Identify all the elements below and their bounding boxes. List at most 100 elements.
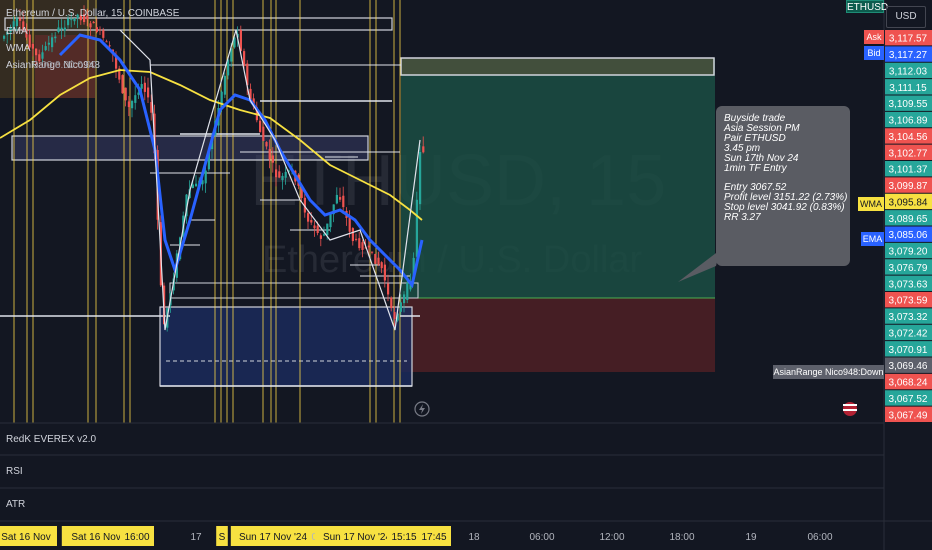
time-label: 06:00 [529, 532, 554, 543]
price-label: 3,111.15 [889, 83, 927, 94]
time-label: 19 [745, 532, 757, 543]
note-line: RR 3.27 [724, 212, 761, 223]
candle-body [307, 213, 310, 222]
candle-body [355, 238, 358, 240]
candle-body [3, 35, 6, 39]
candle-body [406, 282, 409, 300]
candle-body [419, 151, 422, 205]
candle-body [99, 29, 102, 31]
candle-body [127, 101, 130, 108]
candle-body [67, 18, 70, 26]
price-label: 3,076.79 [889, 263, 928, 274]
candle-body [326, 223, 329, 236]
candle-body [377, 257, 380, 265]
candle-body [121, 75, 124, 94]
candle-body [399, 302, 402, 312]
candle-body [275, 169, 278, 178]
symbol-title[interactable]: Ethereum / U.S. Dollar, 15, COINBASE [6, 8, 179, 19]
candle-body [31, 43, 34, 49]
candle-body [63, 27, 66, 31]
bid-tag: Bid [864, 46, 884, 60]
price-axis[interactable]: 3,117.57 3,117.27 3,112.03 3,111.15 3,109.55… [885, 0, 932, 423]
candle-body [361, 242, 364, 250]
candle-body [271, 155, 274, 163]
price-label: 3,068.24 [889, 378, 928, 389]
candle-body [284, 171, 287, 178]
candle-body [367, 245, 370, 248]
time-label: Sat 16 Nov [1, 532, 50, 543]
ema-legend[interactable]: EMA [6, 26, 28, 37]
target-top-box[interactable] [400, 57, 715, 76]
time-label: Sun 17 Nov '24 [239, 532, 308, 543]
candle-body [204, 170, 207, 184]
asian-range-box[interactable] [159, 306, 413, 387]
candle-body [108, 45, 111, 47]
candle-body [60, 27, 63, 30]
candle-body [387, 283, 390, 295]
candle-body [92, 21, 95, 24]
candle-body [195, 183, 198, 187]
candle-body [358, 238, 361, 249]
candle-body [131, 100, 134, 109]
candle-body [15, 18, 18, 27]
candle-body [278, 171, 281, 178]
candle-body [268, 149, 271, 160]
candle-body [390, 297, 393, 309]
price-label: 3,079.20 [889, 247, 928, 258]
time-label: 17:45 [421, 532, 446, 543]
candle-body [89, 23, 92, 28]
candle-body [54, 36, 57, 39]
chart-root[interactable]: ETHUSD, 15 Ethereum / U.S. Dollar [0, 0, 932, 550]
candle-body [124, 87, 127, 101]
candle-body [265, 142, 268, 147]
us-flag-icon-stripe [843, 404, 857, 406]
price-label: 3,101.37 [889, 165, 928, 176]
price-label: 3,067.52 [889, 394, 928, 405]
price-label: 3,112.03 [889, 66, 928, 77]
main-chart-svg[interactable]: ETHUSD, 15 Ethereum / U.S. Dollar [0, 0, 932, 550]
time-label: 16:00 [124, 532, 149, 543]
note-line: 1min TF Entry [724, 163, 787, 174]
candle-body [262, 126, 265, 141]
candle-body [70, 19, 73, 21]
candle-body [383, 264, 386, 281]
price-label: 3,095.84 [889, 197, 928, 208]
price-label: 3,085.06 [889, 230, 928, 241]
wma-legend[interactable]: WMA [6, 43, 30, 54]
candle-body [329, 213, 332, 228]
price-label: 3,073.59 [889, 296, 928, 307]
price-label: 3,070.91 [889, 345, 928, 356]
trade-note[interactable]: Buyside trade Asia Session PM Pair ETHUS… [716, 106, 850, 266]
candle-body [57, 27, 60, 33]
candle-body [281, 175, 284, 181]
candle-body [147, 87, 150, 98]
candle-body [95, 27, 98, 32]
price-label: 3,117.27 [889, 50, 928, 61]
candle-body [335, 194, 338, 204]
time-label: 17 [190, 532, 202, 543]
ask-tag: Ask [864, 30, 884, 44]
profit-zone[interactable] [401, 58, 715, 298]
symbol-button[interactable]: ETHUSD [846, 0, 888, 13]
time-label: 18 [468, 532, 480, 543]
stop-zone[interactable] [401, 298, 715, 372]
candle-body [342, 195, 345, 208]
asian-range-legend[interactable]: AsianRange Nico948 0.00 0.00 0.00 [6, 60, 100, 71]
everex-pane-label[interactable]: RedK EVEREX v2.0 [6, 434, 96, 445]
candle-body [35, 48, 38, 56]
candle-body [105, 41, 108, 43]
rsi-pane-label[interactable]: RSI [6, 466, 23, 477]
price-label: 3,102.77 [889, 148, 928, 159]
candle-body [191, 184, 194, 189]
candle-body [259, 120, 262, 132]
candle-body [319, 235, 322, 239]
currency-button[interactable]: USD [886, 6, 926, 28]
price-label: 3,073.63 [889, 279, 928, 290]
candle-body [339, 197, 342, 200]
atr-pane-label[interactable]: ATR [6, 499, 25, 510]
mid-zone-box[interactable] [11, 135, 369, 161]
candle-body [415, 199, 418, 257]
candle-body [313, 225, 316, 229]
candle-body [223, 75, 226, 95]
price-label: 3,072.42 [889, 328, 928, 339]
